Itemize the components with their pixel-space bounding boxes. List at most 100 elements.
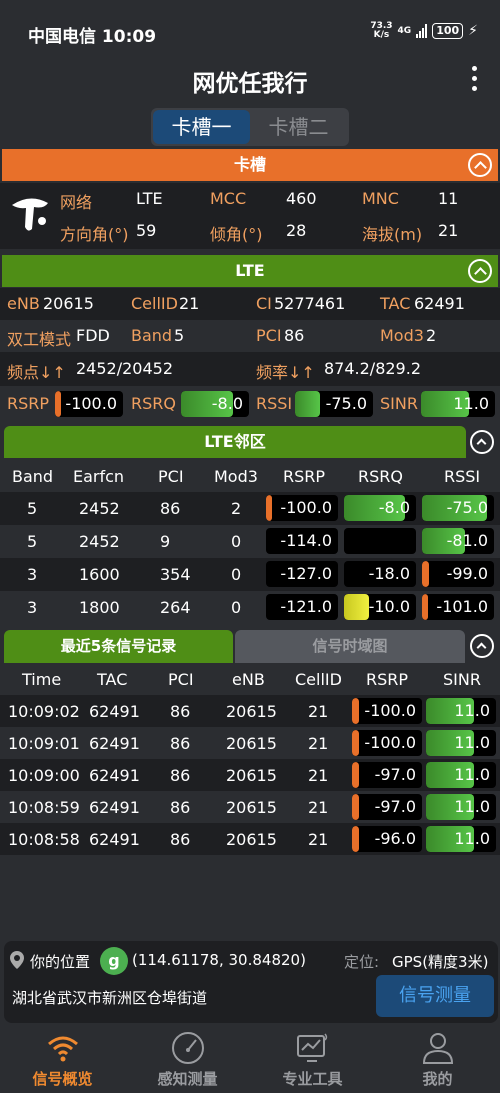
col-rsrq: RSRQ [358, 467, 403, 486]
bottom-nav: 信号概览 感知测量 专业工具 我的 [0, 1026, 500, 1093]
neighbor-row: 3 1600 354 0 -127.0 -18.0 -99.0 [0, 558, 500, 591]
cell-rsrp: -121.0 [266, 594, 338, 620]
cell-time: 10:09:02 [8, 702, 80, 721]
cell-cellid: 21 [308, 766, 329, 785]
records-header-row: Time TAC PCI eNB CellID RSRP SINR [0, 663, 500, 695]
duplex-value: FDD [76, 326, 110, 345]
neighbor-section-header[interactable]: LTE邻区 [4, 426, 466, 458]
net-value: LTE [136, 189, 163, 208]
lte-section-header[interactable]: LTE [2, 255, 498, 287]
cell-pci: 86 [170, 734, 191, 753]
tab-sim1[interactable]: 卡槽一 [153, 110, 250, 144]
coordinates: (114.61178, 30.84820) [132, 951, 306, 969]
cell-earfcn: 2452 [79, 532, 120, 551]
neighbor-row: 5 2452 9 0 -114.0 -81.0 [0, 525, 500, 558]
collapse-icon[interactable] [468, 153, 492, 177]
cell-time: 10:08:59 [8, 798, 80, 817]
nav-perception-measure[interactable]: 感知测量 [125, 1026, 250, 1093]
lte-row-1: eNB 20615 CellID 21 CI 5277461 TAC 62491 [0, 288, 500, 320]
cell-cellid: 21 [308, 734, 329, 753]
card-info: 网络 LTE MCC 460 MNC 11 方向角(°) 59 倾角(°) 28… [0, 183, 500, 249]
rssi-label: RSSI [256, 394, 293, 413]
cell-enb: 20615 [226, 830, 277, 849]
telecom-logo-icon [12, 198, 48, 231]
cell-rsrq: -18.0 [344, 561, 416, 587]
ci-label: CI [256, 294, 272, 313]
card-section-header[interactable]: 卡槽 [2, 149, 498, 181]
more-icon[interactable] [468, 66, 480, 96]
col-band: Band [12, 467, 54, 486]
record-row: 10:09:02 62491 86 20615 21 -100.0 11.0 [0, 695, 500, 727]
neighbor-header-row: Band Earfcn PCI Mod3 RSRP RSRQ RSSI [0, 460, 500, 492]
mnc-label: MNC [362, 189, 399, 208]
cell-earfcn: 1800 [79, 598, 120, 617]
rsrp-bar: -100.0 [55, 391, 123, 417]
duplex-label: 双工模式 [7, 330, 72, 349]
monitor-icon [297, 1033, 328, 1062]
record-row: 10:08:58 62491 86 20615 21 -96.0 11.0 [0, 823, 500, 855]
cell-band: 3 [27, 598, 38, 617]
earfcn-label: 频点↓↑ [7, 363, 66, 382]
col-pci: PCI [158, 467, 184, 486]
nav-me[interactable]: 我的 [375, 1026, 500, 1093]
cell-rssi: -75.0 [422, 495, 494, 521]
tab-recent-records[interactable]: 最近5条信号记录 [4, 630, 233, 663]
col-rsrp: RSRP [283, 467, 326, 486]
tab-signal-chart[interactable]: 信号时域图 [235, 630, 465, 663]
rssi-bar: -75.0 [295, 391, 373, 417]
lte-row-3: 频点↓↑ 2452/20452 频率↓↑ 874.2/829.2 [0, 352, 500, 386]
cellid-label: CellID [131, 294, 178, 313]
cell-cellid: 21 [308, 830, 329, 849]
card-section-title: 卡槽 [233, 155, 266, 174]
carrier-time: 中国电信 10:09 [28, 27, 157, 47]
location-pin-icon [10, 951, 24, 969]
wifi-icon [48, 1036, 78, 1062]
location-card: 你的位置 g (114.61178, 30.84820) 定位: GPS(精度3… [4, 941, 498, 1023]
cell-mod3: 0 [231, 565, 242, 584]
collapse-icon[interactable] [470, 634, 494, 658]
nav-pro-tools[interactable]: 专业工具 [250, 1026, 375, 1093]
cell-earfcn: 1600 [79, 565, 120, 584]
cell-rsrp: -100.0 [352, 698, 422, 724]
collapse-icon[interactable] [470, 430, 494, 454]
cell-sinr: 11.0 [426, 762, 496, 788]
cell-cellid: 21 [308, 702, 329, 721]
neighbor-row: 3 1800 264 0 -121.0 -10.0 -101.0 [0, 591, 500, 624]
cell-tac: 62491 [89, 798, 140, 817]
cell-tac: 62491 [89, 830, 140, 849]
tab-sim2[interactable]: 卡槽二 [250, 110, 347, 144]
lte-row-4: RSRP -100.0 RSRQ -8.0 RSSI -75.0 SINR 11… [0, 386, 500, 422]
tac-label: TAC [380, 294, 411, 313]
cell-rsrp: -100.0 [266, 495, 338, 521]
cell-pci: 86 [170, 766, 191, 785]
cell-rsrp: -127.0 [266, 561, 338, 587]
cell-rsrp: -100.0 [352, 730, 422, 756]
neighbor-row: 5 2452 86 2 -100.0 -8.0 -75.0 [0, 492, 500, 525]
cell-pci: 354 [160, 565, 191, 584]
cell-rsrp: -97.0 [352, 794, 422, 820]
mnc-value: 11 [438, 189, 459, 208]
mod3-value: 2 [426, 326, 437, 345]
address: 湖北省武汉市新洲区仓埠街道 [12, 989, 208, 1007]
pci-value: 86 [284, 326, 305, 345]
mod3-label: Mod3 [380, 326, 424, 345]
tilt-value: 28 [286, 221, 307, 240]
freq-value: 874.2/829.2 [324, 359, 421, 378]
cell-rsrq: -8.0 [344, 495, 416, 521]
cell-band: 3 [27, 565, 38, 584]
nav-signal-overview[interactable]: 信号概览 [0, 1026, 125, 1093]
cell-tac: 62491 [89, 734, 140, 753]
collapse-icon[interactable] [468, 259, 492, 283]
cell-enb: 20615 [226, 702, 277, 721]
cell-time: 10:09:00 [8, 766, 80, 785]
cell-time: 10:08:58 [8, 830, 80, 849]
col-tac: TAC [97, 670, 128, 689]
col-pci: PCI [168, 670, 194, 689]
map-icon[interactable]: g [100, 947, 128, 975]
col-mod3: Mod3 [214, 467, 258, 486]
azimuth-label: 方向角(°) [60, 225, 129, 244]
gauge-icon [172, 1032, 204, 1064]
cell-time: 10:09:01 [8, 734, 80, 753]
cell-mod3: 0 [231, 598, 242, 617]
signal-measure-button[interactable]: 信号测量 [376, 975, 494, 1017]
